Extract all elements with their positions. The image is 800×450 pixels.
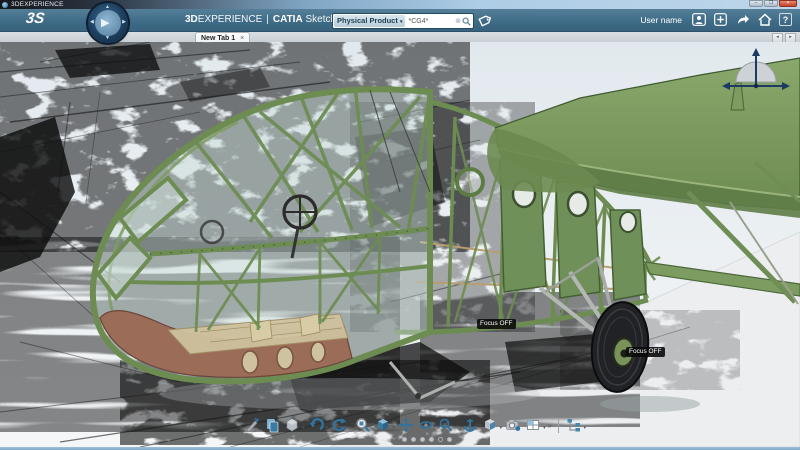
app-bold: CATIA [273, 14, 303, 25]
tab-close-icon[interactable]: × [240, 35, 244, 42]
restore-button[interactable]: ❐ [764, 0, 778, 7]
minimize-button[interactable]: – [749, 0, 763, 7]
share-icon[interactable] [735, 13, 750, 26]
multi-view-icon[interactable] [524, 416, 542, 434]
capture-icon[interactable] [504, 416, 522, 434]
user-name-label[interactable]: User name [640, 15, 682, 25]
rotate-icon[interactable] [417, 416, 435, 434]
header-right-group: User name ? [640, 13, 792, 26]
title-separator: | [266, 14, 269, 25]
compass-south-arrow-icon[interactable]: ▼ [105, 36, 110, 41]
compass-play-icon[interactable]: ▶ [101, 15, 109, 31]
app-window-icon [2, 2, 8, 8]
view-toolbar: ▾ ▾ ▾ ▾ ▾ [243, 416, 586, 434]
brand-bold: 3D [185, 14, 198, 25]
search-input[interactable] [406, 18, 455, 25]
chevron-down-icon[interactable]: ▾ [543, 425, 546, 431]
chevron-down-icon: ▾ [400, 19, 403, 25]
focus-annotation[interactable]: Focus OFF [477, 319, 516, 329]
dassault-3ds-logo: 3S [25, 10, 46, 27]
porthole-ring [457, 169, 483, 195]
fit-all-in-icon[interactable] [354, 416, 372, 434]
compass-north-arrow-icon[interactable]: ▲ [105, 5, 110, 10]
tab-label: New Tab 1 [201, 35, 235, 42]
chevron-down-icon[interactable]: ▾ [349, 425, 352, 431]
paste-icon[interactable] [263, 416, 281, 434]
wheel-shadow [600, 396, 700, 412]
window-controls: – ❐ × [749, 0, 797, 7]
pan-icon[interactable] [397, 416, 415, 434]
window-title: 3DEXPERIENCE [11, 0, 64, 9]
focus-annotation[interactable]: Focus OFF [626, 347, 665, 357]
brand-rest: EXPERIENCE [198, 14, 262, 25]
update-icon[interactable] [330, 416, 348, 434]
3dexperience-compass[interactable]: ▶ ▲ ▼ ◀ ▶ [88, 3, 128, 43]
chevron-down-icon[interactable]: ▾ [393, 425, 396, 431]
set-rotation-point-icon[interactable] [461, 416, 479, 434]
search-bar[interactable]: Physical Product ▾ ⊗ [332, 13, 474, 29]
exit-app-icon[interactable] [243, 416, 261, 434]
home-icon[interactable] [757, 13, 772, 26]
toolbar-overflow-icon[interactable]: » [548, 423, 552, 430]
user-profile-icon[interactable] [691, 13, 706, 26]
3d-viewport[interactable]: Focus OFF Focus OFF ▾ ▾ ▾ [0, 42, 800, 447]
zoom-icon[interactable] [437, 416, 455, 434]
toolbar-page-dots[interactable] [402, 437, 452, 442]
solid-shape-icon[interactable] [283, 416, 301, 434]
undo-icon[interactable] [307, 416, 325, 434]
chevron-down-icon[interactable]: ▾ [456, 425, 459, 431]
clear-search-icon[interactable]: ⊗ [455, 17, 461, 25]
help-icon[interactable]: ? [779, 13, 792, 26]
application-window: 3DEXPERIENCE – ❐ × 3S ▶ ▲ ▼ ◀ ▶ 3DEXPERI… [0, 0, 800, 450]
compass-east-arrow-icon[interactable]: ▶ [122, 20, 126, 25]
compass-west-arrow-icon[interactable]: ◀ [90, 20, 94, 25]
search-scope-dropdown[interactable]: Physical Product ▾ [334, 15, 405, 27]
app-header: 3S ▶ ▲ ▼ ◀ ▶ 3DEXPERIENCE|CATIA Sketch T… [0, 9, 800, 32]
add-content-icon[interactable] [713, 13, 728, 26]
search-icon[interactable] [462, 17, 471, 26]
tag-icon[interactable] [478, 15, 491, 27]
specification-tree-icon[interactable] [565, 416, 583, 434]
iso-view-icon[interactable] [374, 416, 392, 434]
chevron-down-icon[interactable]: ▾ [584, 425, 587, 431]
chevron-down-icon[interactable]: ▾ [302, 425, 305, 431]
chevron-down-icon[interactable]: ▾ [500, 425, 503, 431]
close-button[interactable]: × [779, 0, 797, 7]
look-at-face-icon[interactable] [481, 416, 499, 434]
chevron-down-icon[interactable]: ▾ [326, 425, 329, 431]
toolbar-divider [558, 418, 559, 433]
scene-canvas [0, 42, 800, 447]
